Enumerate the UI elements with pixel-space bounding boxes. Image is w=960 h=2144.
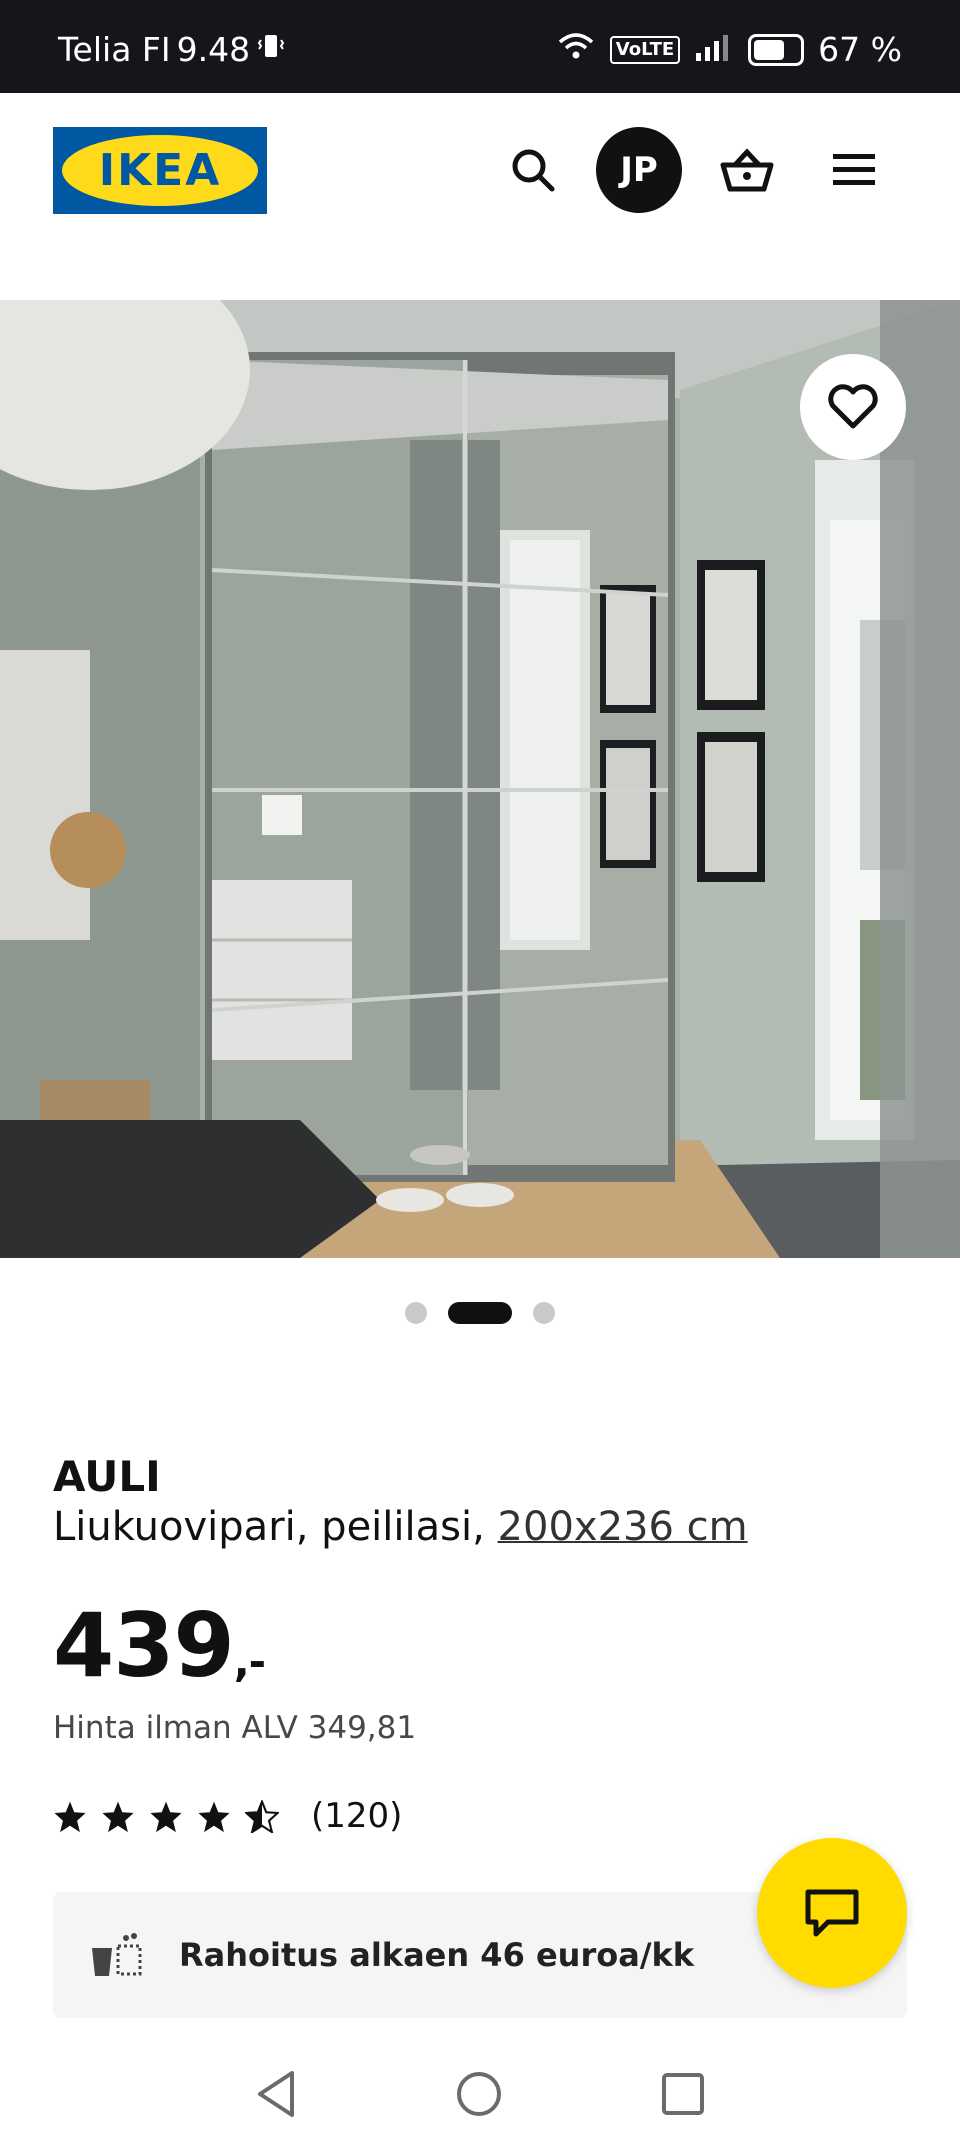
chat-bubble-icon <box>805 1889 859 1937</box>
price-suffix: ,- <box>233 1637 266 1686</box>
price-value: 439 <box>53 1594 235 1697</box>
status-left: Telia FI 9.48 <box>58 30 286 69</box>
heart-icon <box>828 384 878 429</box>
status-bar: Telia FI 9.48 VoLTE 67 % <box>0 0 960 93</box>
financing-text: Rahoitus alkaen 46 euroa/kk <box>179 1936 695 1974</box>
avatar-initials: JP <box>620 150 658 190</box>
chat-button[interactable] <box>757 1838 907 1988</box>
logo-text: IKEA <box>98 145 222 196</box>
battery-level: 67 % <box>818 30 902 69</box>
home-icon[interactable] <box>451 2066 507 2122</box>
recents-icon[interactable] <box>655 2066 711 2122</box>
back-icon[interactable] <box>248 2066 304 2122</box>
star-icon <box>102 1801 134 1832</box>
star-icon <box>198 1801 230 1832</box>
carousel-dots <box>0 1300 960 1324</box>
system-nav-bar <box>0 2040 960 2144</box>
signal-icon <box>694 30 734 69</box>
review-count: (120) <box>311 1796 403 1836</box>
clock: 9.48 <box>176 30 251 69</box>
status-right: VoLTE 67 % <box>556 30 902 69</box>
product-name: AULI <box>53 1452 161 1501</box>
product-size-link[interactable]: 200x236 cm <box>498 1504 748 1550</box>
volte-badge: VoLTE <box>609 35 681 64</box>
carrier-label: Telia FI <box>58 30 171 69</box>
product-description: Liukuovipari, peililasi, 200x236 cm <box>53 1504 748 1550</box>
carousel-dot[interactable] <box>533 1302 555 1324</box>
rating-link[interactable]: (120) <box>53 1796 402 1836</box>
carousel-dot[interactable] <box>405 1302 427 1324</box>
product-price: 439,- <box>53 1594 266 1697</box>
vibrate-icon <box>256 30 286 69</box>
half-star-icon <box>245 1799 279 1833</box>
product-type: Liukuovipari, peililasi, <box>53 1504 485 1550</box>
star-icon <box>150 1801 182 1832</box>
favorite-heart-button[interactable] <box>800 354 906 460</box>
wifi-icon <box>556 30 596 69</box>
star-icon <box>54 1801 86 1832</box>
price-without-vat: Hinta ilman ALV 349,81 <box>53 1710 417 1746</box>
financing-icon <box>89 1930 145 1980</box>
search-icon[interactable] <box>505 127 561 213</box>
menu-icon[interactable] <box>826 127 882 213</box>
ikea-logo[interactable]: IKEA <box>53 127 267 214</box>
battery-icon <box>748 33 805 66</box>
avatar[interactable]: JP <box>596 127 682 213</box>
carousel-dot-active[interactable] <box>448 1302 512 1324</box>
rating-stars <box>53 1799 279 1833</box>
logo-oval: IKEA <box>62 135 258 206</box>
basket-icon[interactable] <box>716 127 778 213</box>
